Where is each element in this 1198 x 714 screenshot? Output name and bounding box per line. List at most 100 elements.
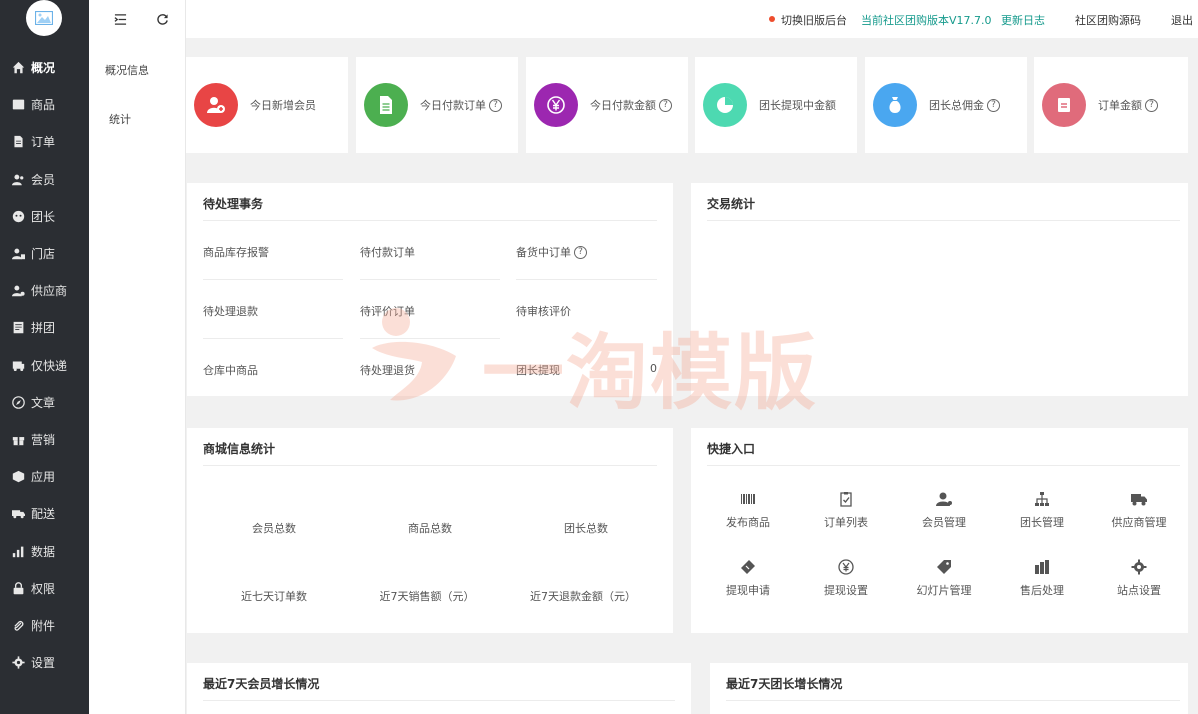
panel-title: 快捷入口 [707, 442, 756, 456]
divider [707, 220, 1180, 221]
sidebar-item-goods[interactable]: 商品 [0, 86, 89, 123]
sidebar-item-attachments[interactable]: 附件 [0, 607, 89, 644]
quick-label: 团长管理 [1020, 516, 1064, 529]
stat-card-paid-amount[interactable]: 今日付款金额? [526, 57, 688, 153]
pending-item-review-orders[interactable]: 待评价订单 [360, 303, 415, 319]
switch-old-admin-link[interactable]: 切换旧版后台 [781, 12, 847, 28]
sidebar-item-data[interactable]: 数据 [0, 532, 89, 569]
pending-item-stock-alert[interactable]: 商品库存报警 [203, 244, 269, 260]
quick-label: 站点设置 [1117, 584, 1161, 597]
yen-circle-icon [806, 556, 886, 578]
refresh-icon[interactable] [154, 11, 170, 27]
sidebar-item-articles[interactable]: 文章 [0, 384, 89, 421]
quick-label: 供应商管理 [1111, 516, 1167, 529]
sidebar-item-label: 拼团 [31, 321, 56, 336]
quick-supplier-manage[interactable]: 供应商管理 [1099, 488, 1179, 530]
sidebar-item-overview[interactable]: 概况 [0, 49, 89, 86]
help-icon[interactable]: ? [574, 245, 587, 259]
stat-card-withdrawing-amount[interactable]: 团长提现中金额 [695, 57, 857, 153]
sidebar-item-suppliers[interactable]: 供应商 [0, 272, 89, 309]
sidebar-item-group-buy[interactable]: 拼团 [0, 309, 89, 346]
sidebar-item-label: 数据 [31, 544, 56, 559]
quick-site-settings[interactable]: 站点设置 [1099, 556, 1179, 598]
quick-label: 订单列表 [824, 516, 868, 529]
quick-publish-goods[interactable]: 发布商品 [708, 488, 788, 530]
lock-icon [12, 581, 25, 595]
sidebar-item-delivery[interactable]: 配送 [0, 495, 89, 532]
divider [726, 700, 1180, 701]
main-sidebar: 概况 商品 订单 会员 团长 门店 供应商 拼团 仅快递 文章 营销 应用 配送… [0, 0, 89, 714]
quick-slideshow-manage[interactable]: 幻灯片管理 [904, 556, 984, 598]
sidebar-nav: 概况 商品 订单 会员 团长 门店 供应商 拼团 仅快递 文章 营销 应用 配送… [0, 49, 89, 681]
sidebar-item-members[interactable]: 会员 [0, 161, 89, 198]
source-code-link[interactable]: 社区团购源码 [1075, 12, 1141, 28]
logout-link[interactable]: 退出 [1171, 12, 1193, 28]
pending-item-warehouse-goods[interactable]: 仓库中商品 [203, 362, 258, 378]
stat-card-total-commission[interactable]: 团长总佣金? [865, 57, 1027, 153]
quick-withdraw-apply[interactable]: 提现申请 [708, 556, 788, 598]
pending-item-returns[interactable]: 待处理退货 [360, 362, 415, 378]
sidebar-item-permissions[interactable]: 权限 [0, 570, 89, 607]
total-leaders-label: 团长总数 [564, 522, 608, 535]
quick-label: 提现设置 [824, 584, 868, 597]
data-icon [12, 545, 25, 558]
sidebar-item-label: 应用 [31, 470, 56, 485]
quick-member-manage[interactable]: 会员管理 [904, 488, 984, 530]
sidebar-item-stores[interactable]: 门店 [0, 235, 89, 272]
sidebar-item-settings[interactable]: 设置 [0, 644, 89, 681]
quick-order-list[interactable]: 订单列表 [806, 488, 886, 530]
pending-item-leader-withdraw[interactable]: 团长提现 [516, 362, 560, 378]
quick-withdraw-settings[interactable]: 提现设置 [806, 556, 886, 598]
divider [203, 700, 675, 701]
stat-card-new-members[interactable]: 今日新增会员 [186, 57, 348, 153]
stat-label: 团长总佣金 [929, 99, 984, 112]
divider [516, 279, 657, 280]
sidebar-item-orders[interactable]: 订单 [0, 123, 89, 160]
pending-item-refunds[interactable]: 待处理退款 [203, 303, 258, 319]
attach-icon [12, 619, 25, 632]
item-label: 待付款订单 [360, 246, 415, 259]
member-icon [12, 173, 25, 186]
submenu-item-statistics[interactable]: 统计 [109, 111, 131, 127]
sidebar-item-leaders[interactable]: 团长 [0, 198, 89, 235]
help-icon[interactable]: ? [987, 98, 1000, 112]
help-icon[interactable]: ? [659, 98, 672, 112]
logo-image-icon[interactable] [26, 0, 62, 36]
sidebar-item-label: 附件 [31, 618, 56, 633]
pending-item-review-approval[interactable]: 待审核评价 [516, 303, 571, 319]
page-scrollbar[interactable] [1188, 38, 1198, 714]
quick-leader-manage[interactable]: 团长管理 [1002, 488, 1082, 530]
submenu-item-overview-info[interactable]: 概况信息 [105, 62, 149, 78]
divider [707, 465, 1180, 466]
quick-label: 发布商品 [726, 516, 770, 529]
stat-card-order-amount[interactable]: 订单金额? [1034, 57, 1196, 153]
divider [203, 220, 657, 221]
sidebar-item-express[interactable]: 仅快递 [0, 347, 89, 384]
sidebar-item-apps[interactable]: 应用 [0, 458, 89, 495]
ticket-icon [708, 556, 788, 578]
quick-label: 幻灯片管理 [916, 584, 972, 597]
member-growth-panel: 最近7天会员增长情况 [187, 663, 691, 714]
divider [203, 279, 343, 280]
version-link[interactable]: 当前社区团购版本V17.7.0 [861, 12, 992, 28]
stat-card-paid-orders[interactable]: 今日付款订单? [356, 57, 518, 153]
sidebar-item-label: 供应商 [31, 284, 68, 299]
item-label: 仓库中商品 [203, 364, 258, 377]
sidebar-item-label: 文章 [31, 395, 56, 410]
sidebar-item-label: 配送 [31, 507, 56, 522]
changelog-link[interactable]: 更新日志 [1001, 12, 1045, 28]
panel-title: 待处理事务 [203, 197, 264, 211]
collapse-menu-icon[interactable] [112, 11, 128, 27]
pending-item-preparing-orders[interactable]: 备货中订单? [516, 244, 587, 260]
panel-title: 商城信息统计 [203, 442, 276, 456]
stat-label: 今日新增会员 [250, 99, 316, 112]
goods-icon [12, 98, 25, 111]
stat-label: 订单金额 [1098, 99, 1142, 112]
help-icon[interactable]: ? [1145, 98, 1158, 112]
leader-icon [12, 210, 25, 223]
receipt-icon [1042, 83, 1086, 127]
sidebar-item-marketing[interactable]: 营销 [0, 421, 89, 458]
help-icon[interactable]: ? [489, 98, 502, 112]
quick-after-sales[interactable]: 售后处理 [1002, 556, 1082, 598]
pending-item-unpaid-orders[interactable]: 待付款订单 [360, 244, 415, 260]
